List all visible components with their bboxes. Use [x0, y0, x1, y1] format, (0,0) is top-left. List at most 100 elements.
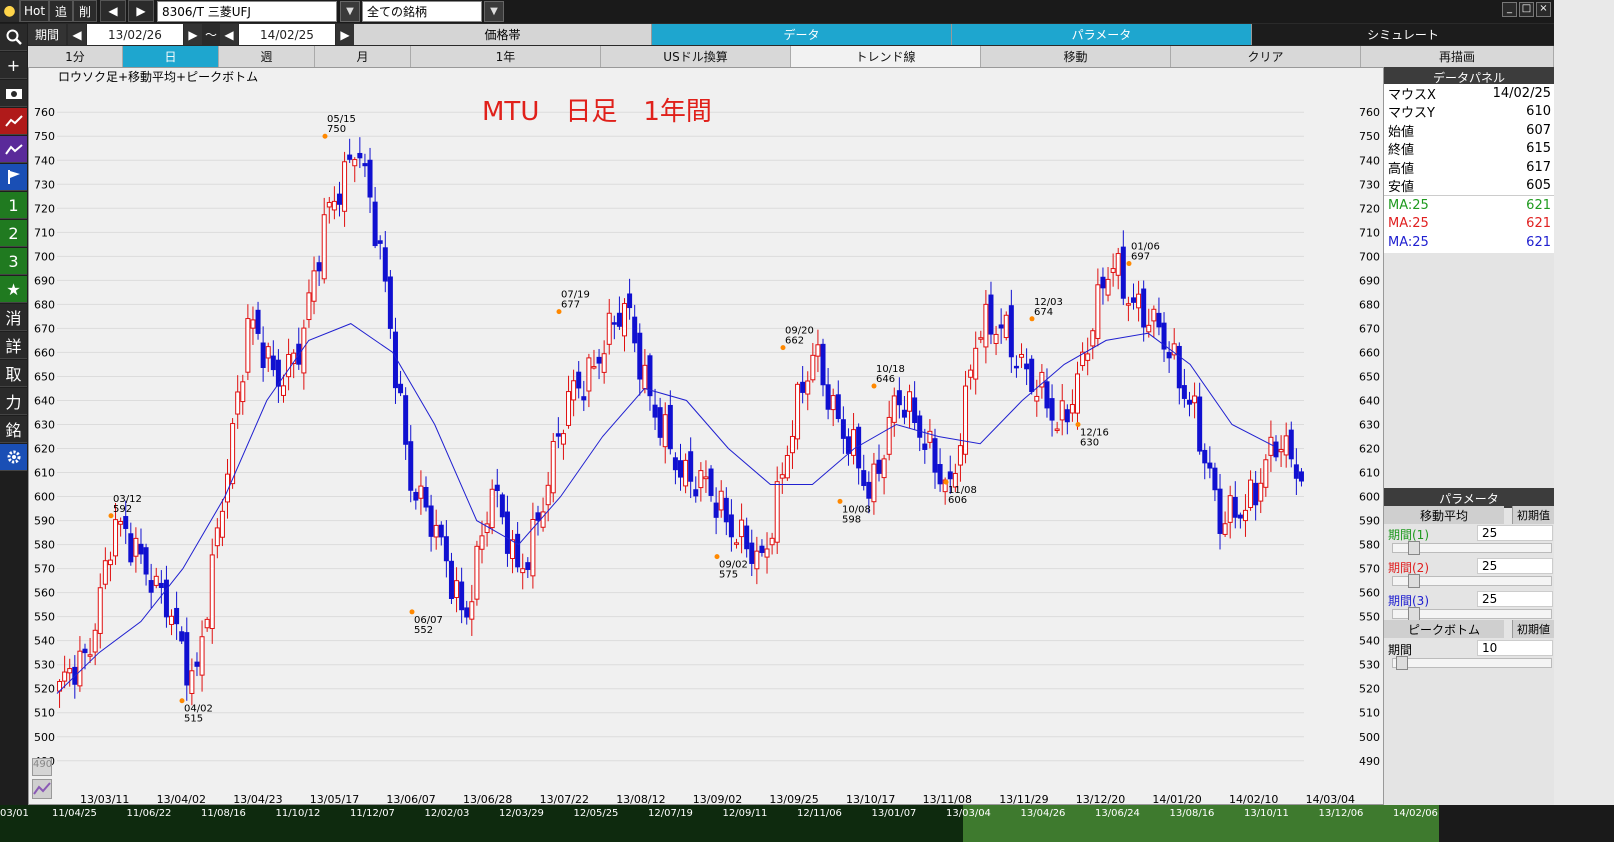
preset-2-button[interactable]: 2	[0, 220, 27, 247]
timeframe-weekly[interactable]: 週	[219, 46, 315, 67]
slider-knob[interactable]	[1408, 574, 1420, 588]
candle-body	[1136, 293, 1142, 309]
star-icon[interactable]: ★	[0, 276, 27, 303]
ma-reset-button[interactable]: 初期值	[1512, 506, 1554, 524]
line-chart-icon[interactable]	[0, 108, 27, 135]
candle-body	[199, 636, 205, 676]
data-row-value: 615	[1526, 141, 1551, 157]
crosshair-icon[interactable]: +	[0, 52, 27, 79]
symbol-field[interactable]: 8306/T 三菱UFJ	[157, 1, 337, 22]
slider-knob[interactable]	[1408, 607, 1420, 621]
candle-body	[973, 347, 979, 380]
candle-body	[1207, 462, 1213, 469]
chart-area[interactable]: 490 490 500 500 510 510 520 520 530 530 540 540 550 5…	[28, 67, 1384, 805]
preset-3-button[interactable]: 3	[0, 248, 27, 275]
power-button[interactable]: 力	[0, 388, 27, 415]
candle-body	[209, 554, 215, 630]
tab-simulate[interactable]: シミュレート	[1252, 24, 1554, 45]
ma-period-slider[interactable]	[1392, 574, 1552, 588]
move-button[interactable]: 移動	[981, 46, 1171, 67]
scope-field[interactable]: 全ての銘柄	[362, 1, 482, 22]
candle-body	[204, 618, 210, 629]
candle-body	[652, 404, 658, 418]
pb-period-field[interactable]: 10	[1477, 640, 1553, 656]
slider-knob[interactable]	[1408, 541, 1420, 555]
y-tick-label: 670	[34, 322, 55, 335]
fetch-button[interactable]: 取	[0, 360, 27, 387]
area-chart-icon[interactable]	[0, 136, 27, 163]
candle-body	[438, 524, 444, 538]
candle-body	[688, 451, 694, 482]
timeframe-monthly[interactable]: 月	[315, 46, 411, 67]
gear-icon[interactable]	[0, 444, 27, 471]
candle-body	[769, 537, 775, 546]
ma-period-field[interactable]: 25	[1477, 525, 1553, 541]
date-to-prev-button[interactable]: ◀	[220, 24, 238, 45]
clear-button[interactable]: クリア	[1171, 46, 1361, 67]
date-to-next-button[interactable]: ▶	[336, 24, 354, 45]
tab-price-band[interactable]: 価格帯	[354, 24, 652, 45]
date-from-field[interactable]: 13/02/26	[87, 24, 183, 45]
pb-period-slider[interactable]	[1392, 656, 1552, 670]
ma-row-label: MA:25	[1388, 216, 1429, 232]
date-to-field[interactable]: 14/02/25	[239, 24, 335, 45]
symbol-dropdown-button[interactable]: ▼	[340, 1, 360, 22]
tab-parameter[interactable]: パラメータ	[952, 24, 1252, 45]
trendline-button[interactable]: トレンド線	[791, 46, 981, 67]
mini-chart-icon[interactable]	[32, 779, 52, 799]
peak-marker	[943, 479, 949, 485]
delete-button[interactable]: 削	[73, 0, 97, 22]
slider-knob[interactable]	[1396, 656, 1408, 670]
candle-body	[1110, 268, 1116, 273]
next-symbol-button[interactable]: ▶	[128, 0, 154, 22]
ma-row: MA:25 621	[1384, 233, 1554, 252]
timeframe-daily[interactable]: 日	[123, 46, 219, 67]
ma-period-slider[interactable]	[1392, 607, 1552, 621]
candle-body	[591, 366, 597, 369]
candle-body	[795, 383, 801, 440]
add-button[interactable]: 追	[49, 0, 73, 22]
y-tick-label: 580	[34, 539, 55, 552]
close-button[interactable]: ×	[1536, 2, 1551, 17]
search-icon[interactable]	[0, 24, 27, 51]
candle-body	[250, 319, 256, 329]
date-from-next-button[interactable]: ▶	[184, 24, 202, 45]
tab-data[interactable]: データ	[652, 24, 952, 45]
maximize-button[interactable]: □	[1519, 2, 1534, 17]
erase-button[interactable]: 消	[0, 304, 27, 331]
bulb-icon[interactable]: ●	[0, 0, 20, 22]
timeframe-1year[interactable]: 1年	[411, 46, 601, 67]
ma-period-slider[interactable]	[1392, 541, 1552, 555]
candle-body	[464, 607, 470, 618]
y-tick-label: 720	[34, 202, 55, 215]
candle-body	[739, 519, 745, 538]
candle-body	[1085, 353, 1091, 361]
minimize-button[interactable]: _	[1502, 2, 1517, 17]
candle-body	[510, 539, 516, 559]
ma-period-field[interactable]: 25	[1477, 591, 1553, 607]
flag-icon[interactable]	[0, 164, 27, 191]
symbol-button[interactable]: 銘	[0, 416, 27, 443]
timeframe-1min[interactable]: 1分	[28, 46, 123, 67]
preset-1-button[interactable]: 1	[0, 192, 27, 219]
prev-symbol-button[interactable]: ◀	[100, 0, 126, 22]
usd-convert-button[interactable]: USドル換算	[601, 46, 791, 67]
overview-tick-label: 14/02/06	[1393, 808, 1438, 819]
date-from-prev-button[interactable]: ◀	[68, 24, 86, 45]
overview-tick-label: 11/10/12	[275, 808, 321, 819]
candle-body	[113, 519, 119, 557]
candle-body	[1141, 288, 1147, 328]
peak-marker	[714, 554, 720, 560]
y-tick-label: 560	[1359, 587, 1380, 600]
candle-body	[968, 369, 974, 378]
hot-button[interactable]: Hot	[20, 0, 49, 22]
candle-body	[347, 154, 353, 160]
redraw-button[interactable]: 再描画	[1361, 46, 1554, 67]
camera-icon[interactable]	[0, 80, 27, 107]
scope-dropdown-button[interactable]: ▼	[484, 1, 504, 22]
detail-button[interactable]: 詳	[0, 332, 27, 359]
candle-body	[489, 488, 495, 529]
app-window: ● Hot 追 削 ◀ ▶ 8306/T 三菱UFJ ▼ 全ての銘柄 ▼ _ □…	[0, 0, 1614, 842]
ma-period-field[interactable]: 25	[1477, 558, 1553, 574]
pb-reset-button[interactable]: 初期値	[1512, 620, 1554, 638]
